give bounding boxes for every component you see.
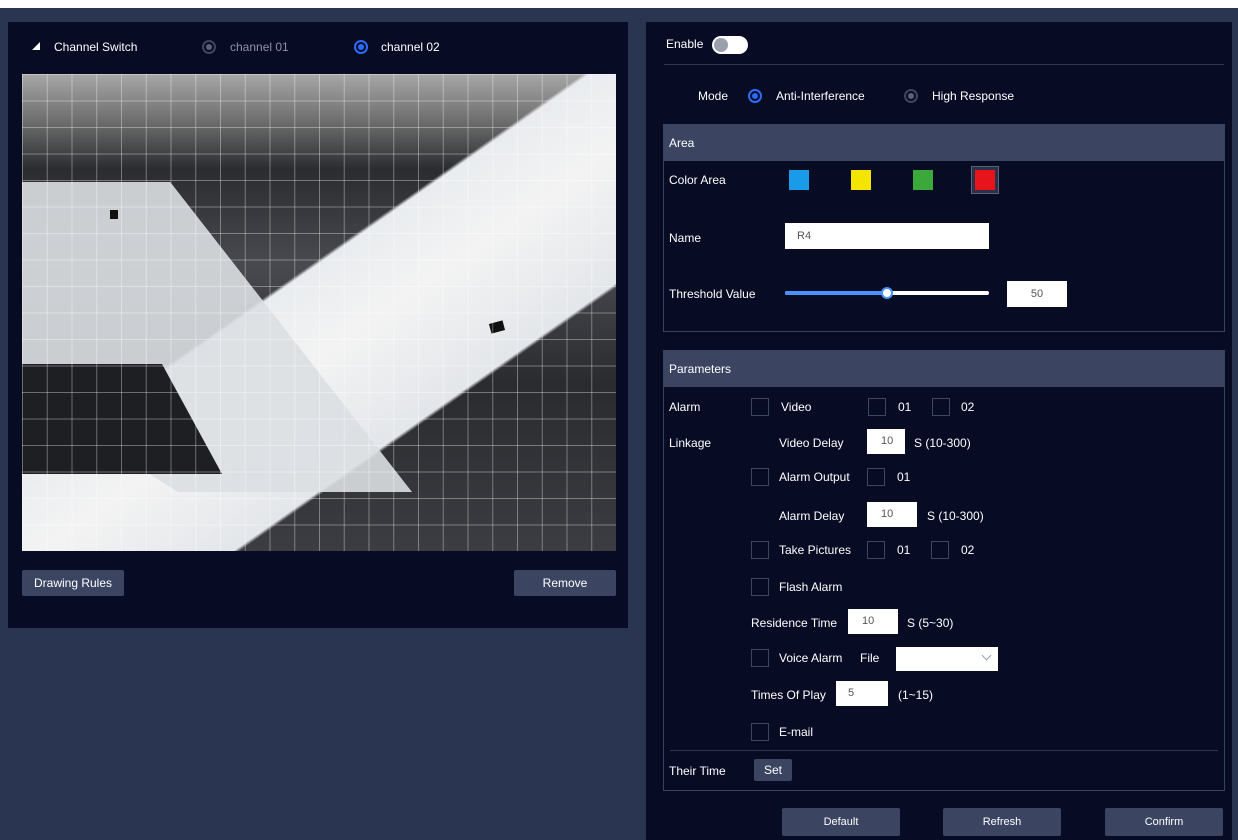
email-label: E-mail	[779, 725, 814, 739]
residence-time-input[interactable]: 10	[848, 609, 898, 634]
radio-dot-icon	[752, 93, 758, 99]
voice-alarm-label: Voice Alarm	[779, 651, 843, 665]
their-time-label: Their Time	[669, 764, 726, 778]
channel-02-label[interactable]: channel 02	[381, 40, 440, 54]
file-label: File	[860, 651, 880, 665]
mode-anti-interference-radio[interactable]	[748, 89, 762, 103]
confirm-button[interactable]: Confirm	[1105, 808, 1223, 836]
mode-anti-interference-label[interactable]: Anti-Interference	[776, 89, 865, 103]
video-checkbox[interactable]	[751, 398, 769, 416]
their-time-set-button[interactable]: Set	[754, 759, 792, 781]
settings-panel: Enable Mode Anti-Interference High Respo…	[646, 22, 1232, 840]
detection-grid[interactable]	[22, 74, 616, 551]
video-delay-input[interactable]: 10	[867, 429, 905, 454]
take-pictures-checkbox[interactable]	[751, 541, 769, 559]
channel-switch-label: Channel Switch	[54, 40, 138, 54]
voice-file-select[interactable]	[896, 647, 998, 671]
flash-alarm-checkbox[interactable]	[751, 578, 769, 596]
divider	[670, 750, 1218, 751]
area-section: Area Color Area Name R4 Threshold Value …	[663, 124, 1225, 332]
times-of-play-label: Times Of Play	[751, 688, 826, 702]
threshold-slider-handle[interactable]	[881, 287, 893, 299]
video-ch01-label: 01	[898, 400, 912, 414]
threshold-input[interactable]: 50	[1007, 281, 1067, 307]
name-input[interactable]: R4	[785, 223, 989, 249]
enable-label: Enable	[666, 37, 704, 51]
parameters-section: Parameters Alarm Video 01 02 Linkage Vid…	[663, 350, 1225, 791]
video-label: Video	[781, 400, 812, 414]
divider	[664, 64, 1224, 65]
video-preview[interactable]	[22, 74, 616, 551]
video-delay-label: Video Delay	[779, 436, 844, 450]
alarm-delay-input[interactable]: 10	[867, 502, 917, 527]
video-ch01-checkbox[interactable]	[868, 398, 886, 416]
email-checkbox[interactable]	[751, 723, 769, 741]
threshold-slider-fill	[785, 291, 887, 295]
voice-alarm-checkbox[interactable]	[751, 649, 769, 667]
enable-toggle[interactable]	[712, 36, 748, 54]
color-area-label: Color Area	[669, 173, 726, 187]
take-pictures-ch01-checkbox[interactable]	[867, 541, 885, 559]
take-pictures-ch02-label: 02	[961, 543, 975, 557]
alarm-output-ch01-label: 01	[897, 470, 911, 484]
collapse-triangle-icon[interactable]	[32, 42, 40, 50]
area-header: Area	[664, 125, 1224, 161]
alarm-output-label: Alarm Output	[779, 470, 850, 484]
residence-time-range: S (5~30)	[907, 616, 954, 630]
refresh-button[interactable]: Refresh	[943, 808, 1061, 836]
channel-switch-row: Channel Switch channel 01 channel 02	[8, 22, 628, 72]
alarm-output-checkbox[interactable]	[751, 468, 769, 486]
alarm-label: Alarm	[669, 400, 701, 414]
times-of-play-range: (1~15)	[898, 688, 934, 702]
video-ch02-label: 02	[961, 400, 975, 414]
color-swatch-yellow[interactable]	[851, 170, 871, 190]
radio-dot-icon	[908, 93, 914, 99]
mode-high-response-label[interactable]: High Response	[932, 89, 1014, 103]
take-pictures-ch01-label: 01	[897, 543, 911, 557]
default-button[interactable]: Default	[782, 808, 900, 836]
radio-dot-icon	[358, 44, 364, 50]
color-swatch-red[interactable]	[975, 170, 995, 190]
alarm-delay-range: S (10-300)	[927, 509, 984, 523]
top-bar	[0, 0, 1238, 8]
channel-01-radio[interactable]	[202, 40, 216, 54]
color-swatch-green[interactable]	[913, 170, 933, 190]
mode-label: Mode	[698, 89, 729, 103]
channel-02-radio[interactable]	[354, 40, 368, 54]
linkage-label: Linkage	[669, 436, 712, 450]
toggle-knob	[714, 38, 728, 52]
video-ch02-checkbox[interactable]	[932, 398, 950, 416]
drawing-rules-button[interactable]: Drawing Rules	[22, 570, 124, 596]
channel-01-label[interactable]: channel 01	[230, 40, 289, 54]
remove-button[interactable]: Remove	[514, 570, 616, 596]
times-of-play-input[interactable]: 5	[836, 681, 888, 706]
radio-dot-icon	[206, 44, 212, 50]
color-swatch-blue[interactable]	[789, 170, 809, 190]
take-pictures-label: Take Pictures	[779, 543, 852, 557]
parameters-header: Parameters	[664, 351, 1224, 387]
alarm-output-ch01-checkbox[interactable]	[867, 468, 885, 486]
video-delay-range: S (10-300)	[914, 436, 971, 450]
take-pictures-ch02-checkbox[interactable]	[931, 541, 949, 559]
name-label: Name	[669, 231, 702, 245]
alarm-delay-label: Alarm Delay	[779, 509, 845, 523]
threshold-label: Threshold Value	[669, 287, 756, 301]
video-panel: Channel Switch channel 01 channel 02 Dra…	[8, 22, 628, 628]
chevron-down-icon	[981, 650, 992, 661]
flash-alarm-label: Flash Alarm	[779, 580, 843, 594]
residence-time-label: Residence Time	[751, 616, 838, 630]
mode-high-response-radio[interactable]	[904, 89, 918, 103]
